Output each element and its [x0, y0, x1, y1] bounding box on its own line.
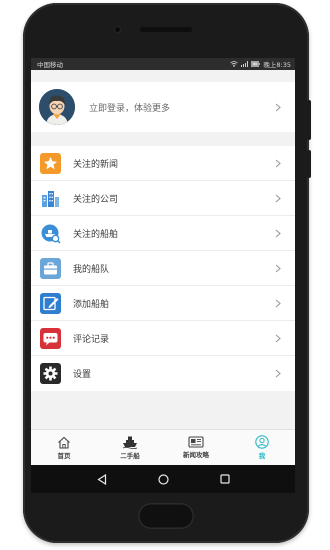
signal-icon [240, 61, 249, 67]
wifi-icon [229, 61, 238, 67]
status-icons: 晚上8:35 [229, 59, 291, 69]
menu-item-label: 关注的公司 [73, 194, 119, 205]
menu-item-settings[interactable]: 设置 [31, 356, 295, 391]
chevron-right-icon [271, 156, 285, 170]
home-icon [58, 436, 70, 449]
tab-label: 首页 [57, 451, 71, 460]
chevron-right-icon [271, 331, 285, 345]
recents-icon[interactable] [219, 474, 230, 484]
menu-item-label: 关注的新闻 [73, 159, 119, 170]
chevron-right-icon [271, 100, 285, 114]
star-icon [40, 152, 61, 174]
person-icon [255, 435, 269, 449]
ship-icon [122, 436, 138, 449]
tab-news-guides[interactable]: 新闻攻略 [163, 430, 229, 465]
volume-button[interactable] [307, 100, 311, 140]
power-button[interactable] [307, 150, 311, 178]
battery-icon [251, 61, 261, 67]
menu-item-add-ship[interactable]: 添加船舶 [31, 286, 295, 321]
menu-item-label: 评论记录 [73, 334, 110, 345]
tab-label: 二手船 [120, 452, 140, 460]
front-camera [113, 25, 122, 34]
system-navigation-bar [31, 465, 295, 493]
buildings-icon [40, 188, 61, 209]
chevron-right-icon [271, 261, 285, 275]
menu-item-label: 添加船舶 [73, 299, 110, 310]
chevron-right-icon [271, 191, 285, 205]
back-icon[interactable] [96, 473, 107, 485]
chevron-right-icon [271, 296, 285, 310]
menu-item-followed-news[interactable]: 关注的新闻 [31, 146, 295, 181]
menu-item-my-fleet[interactable]: 我的船队 [31, 251, 295, 286]
login-prompt-text: 立即登录，体验更多 [89, 103, 171, 114]
status-bar: 中国移动 晚上8:35 [31, 58, 295, 70]
settings-menu: 关注的新闻 关注的公司 关注的船舶 我的船队 添加船舶 评论记录 设置 [31, 146, 295, 391]
menu-item-followed-ships[interactable]: 关注的船舶 [31, 216, 295, 251]
bottom-tab-bar: 首页 二手船 新闻攻略 我 [31, 429, 295, 465]
briefcase-icon [40, 257, 61, 279]
earpiece [140, 27, 192, 32]
tab-home[interactable]: 首页 [31, 430, 97, 465]
user-avatar-icon[interactable] [39, 89, 75, 125]
app-screen: 中国移动 晚上8:35 立即登录，体验更多 关注的新闻 关注的公司 关注的船舶 … [31, 58, 295, 465]
chevron-right-icon [271, 226, 285, 240]
newspaper-icon [188, 436, 204, 448]
menu-item-followed-companies[interactable]: 关注的公司 [31, 181, 295, 216]
ship-search-icon [40, 223, 61, 244]
carrier-label: 中国移动 [37, 61, 63, 69]
menu-item-label: 关注的船舶 [73, 229, 119, 240]
menu-item-label: 设置 [73, 370, 92, 380]
edit-icon [40, 292, 61, 314]
comment-icon [40, 327, 61, 349]
tab-label: 新闻攻略 [183, 451, 209, 459]
tab-label: 我 [258, 452, 266, 460]
home-circle-icon[interactable] [157, 473, 169, 485]
tab-secondhand-ships[interactable]: 二手船 [97, 430, 163, 465]
menu-item-label: 我的船队 [73, 264, 110, 275]
tab-me[interactable]: 我 [229, 430, 295, 465]
clock-label: 晚上8:35 [263, 61, 291, 69]
menu-item-comment-history[interactable]: 评论记录 [31, 321, 295, 356]
chevron-right-icon [271, 367, 285, 381]
gear-icon [40, 363, 61, 384]
login-prompt-row[interactable]: 立即登录，体验更多 [31, 82, 295, 132]
home-button[interactable] [138, 503, 194, 529]
